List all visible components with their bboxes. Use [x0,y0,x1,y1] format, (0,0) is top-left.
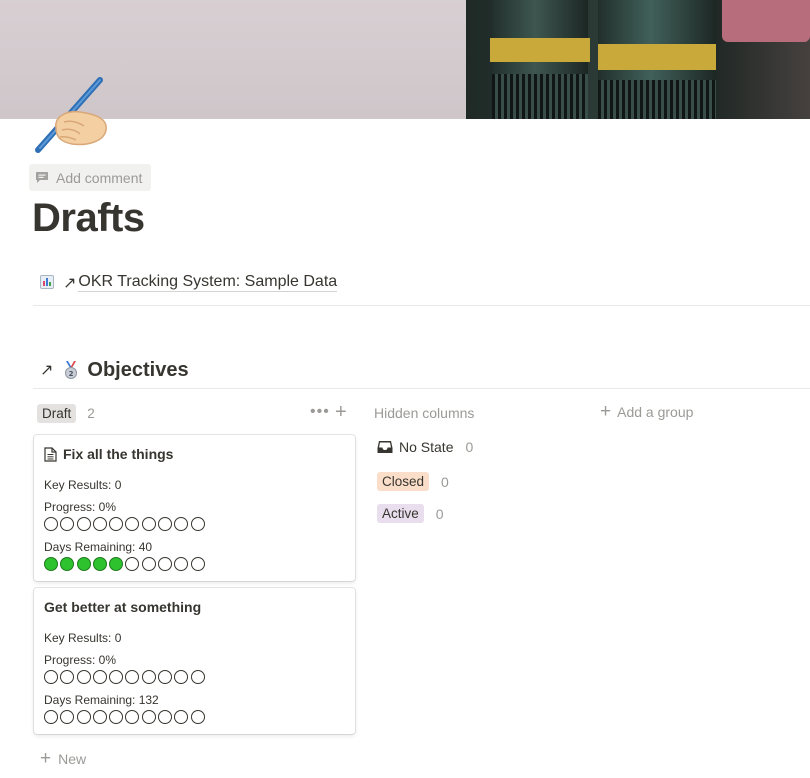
document-icon [44,446,57,462]
key-results-property: Key Results: 0 [44,631,122,645]
hidden-group-closed[interactable]: Closed 0 [377,472,449,491]
empty-dot [92,670,107,684]
empty-dot [158,557,173,571]
hidden-group-count: 0 [441,473,449,490]
arrow-up-right-icon: ↗ [63,275,77,292]
progress-dots [44,517,205,531]
add-comment-button[interactable]: Add comment [29,164,151,191]
hidden-group-count: 0 [465,439,474,455]
empty-dot [44,710,58,724]
days-remaining-dots [44,710,205,724]
svg-text:2: 2 [69,370,74,378]
hidden-group-tag: Closed [377,472,430,491]
linked-page-link[interactable]: OKR Tracking System: Sample Data [78,273,338,292]
empty-dot [141,670,156,684]
new-card-label: New [58,751,87,767]
empty-dot [109,517,124,531]
filled-dot [109,557,124,571]
cover-image [0,0,810,119]
empty-dot [141,710,156,724]
empty-dot [125,557,140,571]
board-group-header-draft: Draft 2 ••• + [37,401,355,424]
more-options-icon[interactable]: ••• [310,403,330,421]
empty-dot [174,710,189,724]
days-remaining-property: Days Remaining: 132 [44,693,159,707]
empty-dot [174,557,189,571]
empty-dot [92,517,107,531]
filled-dot [44,557,58,571]
empty-dot [76,670,91,684]
empty-dot [174,517,189,531]
bar-chart-icon [40,275,54,289]
empty-dot [92,710,107,724]
empty-dot [109,710,124,724]
empty-dot [76,710,91,724]
add-group-button[interactable]: + Add a group [600,401,694,422]
empty-dot [109,670,124,684]
empty-dot [158,710,173,724]
empty-dot [60,517,75,531]
add-group-label: Add a group [617,404,694,420]
second-place-medal-icon: 2 [65,361,78,379]
empty-dot [190,517,205,531]
database-header: ↗ 2 Objectives [33,352,810,389]
days-remaining-property: Days Remaining: 40 [44,540,153,554]
card-title: Fix all the things [63,446,174,462]
hidden-group-label: No State [399,439,454,455]
hidden-group-count: 0 [435,505,444,522]
progress-dots [44,670,205,684]
page-title[interactable]: Drafts [32,196,145,241]
filled-dot [92,557,107,571]
empty-dot [125,710,140,724]
card-title-row: Get better at something [44,599,201,615]
inbox-icon [377,441,393,453]
empty-dot [60,710,75,724]
group-tag-draft[interactable]: Draft [37,403,77,423]
empty-dot [141,557,156,571]
empty-dot [158,517,173,531]
group-count: 2 [87,405,95,421]
plus-icon: + [40,748,52,769]
plus-icon: + [600,401,612,422]
empty-dot [141,517,156,531]
hidden-group-no-state[interactable]: No State 0 [377,439,473,455]
empty-dot [190,670,205,684]
card-title-row: Fix all the things [44,446,173,462]
empty-dot [44,517,58,531]
database-title[interactable]: Objectives [87,359,188,382]
linked-page-row[interactable]: ↗ OKR Tracking System: Sample Data [33,268,810,306]
hidden-group-active[interactable]: Active 0 [377,504,444,523]
empty-dot [174,670,189,684]
empty-dot [60,670,75,684]
empty-dot [44,670,58,684]
key-results-property: Key Results: 0 [44,478,122,492]
hidden-group-tag: Active [377,504,424,523]
empty-dot [158,670,173,684]
empty-dot [190,557,205,571]
hidden-columns-header: Hidden columns [374,405,475,421]
new-card-button[interactable]: + New [40,748,86,770]
add-comment-label: Add comment [56,169,143,186]
board-card[interactable]: Get better at something Key Results: 0 P… [34,588,355,734]
filled-dot [76,557,91,571]
comment-icon [36,172,48,183]
add-card-icon[interactable]: + [335,401,347,424]
progress-property: Progress: 0% [44,653,117,667]
days-remaining-dots [44,557,205,571]
filled-dot [60,557,75,571]
card-title: Get better at something [44,599,202,615]
writing-hand-icon[interactable] [34,76,110,154]
arrow-up-right-icon[interactable]: ↗ [40,360,53,380]
empty-dot [125,670,140,684]
empty-dot [76,517,91,531]
board-card[interactable]: Fix all the things Key Results: 0 Progre… [34,435,355,581]
empty-dot [125,517,140,531]
progress-property: Progress: 0% [44,500,117,514]
empty-dot [190,710,205,724]
